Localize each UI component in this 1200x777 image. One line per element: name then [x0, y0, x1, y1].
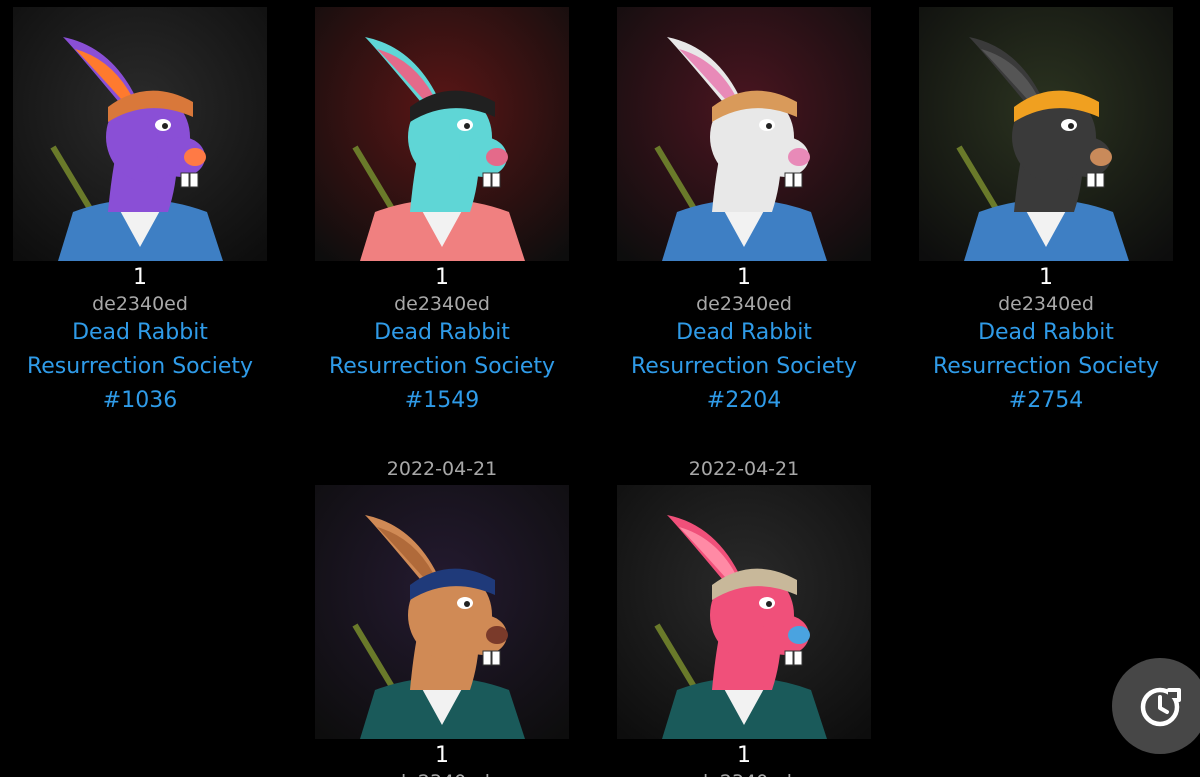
- nft-card[interactable]: 2022-04-21 1 de2340ed: [617, 457, 871, 777]
- quantity: 1: [133, 265, 147, 290]
- tooth: [180, 172, 190, 188]
- nft-image[interactable]: [315, 7, 569, 261]
- collection-name-line2: Resurrection Society: [26, 354, 254, 379]
- rabbit-artwork: [919, 7, 1173, 261]
- quantity: 1: [737, 743, 751, 768]
- nft-card[interactable]: 1 de2340ed Dead Rabbit Resurrection Soci…: [919, 7, 1173, 418]
- tooth: [793, 650, 803, 666]
- nft-image[interactable]: [315, 485, 569, 739]
- quantity: 1: [435, 743, 449, 768]
- nft-title-link[interactable]: Dead Rabbit Resurrection Society #1549: [315, 316, 569, 418]
- owner-hash: de2340ed: [394, 293, 490, 315]
- tooth: [189, 172, 199, 188]
- nft-title-link[interactable]: Dead Rabbit Resurrection Society #2204: [617, 316, 871, 418]
- nft-card[interactable]: 1 de2340ed Dead Rabbit Resurrection Soci…: [13, 7, 267, 418]
- pupil: [1068, 123, 1074, 129]
- nft-image[interactable]: [919, 7, 1173, 261]
- nft-card[interactable]: 2022-04-21 1 de2340ed: [315, 457, 569, 777]
- history-clock-icon: [1140, 687, 1181, 727]
- date-label: 2022-04-21: [688, 458, 800, 480]
- nft-card[interactable]: 1 de2340ed Dead Rabbit Resurrection Soci…: [315, 7, 569, 418]
- owner-hash: de2340ed: [315, 770, 569, 777]
- tooth: [482, 172, 492, 188]
- collection-name-line2: Resurrection Society: [630, 354, 858, 379]
- history-button[interactable]: [1112, 658, 1200, 754]
- collection-name-line1: Dead Rabbit: [374, 320, 510, 345]
- nose: [486, 148, 508, 166]
- nft-card[interactable]: 1 de2340ed Dead Rabbit Resurrection Soci…: [617, 7, 871, 418]
- collection-name-line1: Dead Rabbit: [72, 320, 208, 345]
- tooth: [1086, 172, 1096, 188]
- nose: [788, 148, 810, 166]
- nft-title-link[interactable]: Dead Rabbit Resurrection Society #1036: [13, 316, 267, 418]
- nose: [1090, 148, 1112, 166]
- tooth: [784, 172, 794, 188]
- token-id: #2204: [706, 388, 782, 413]
- quantity: 1: [737, 265, 751, 290]
- tooth: [482, 650, 492, 666]
- collection-name-line2: Resurrection Society: [932, 354, 1160, 379]
- rabbit-artwork: [13, 7, 267, 261]
- quantity: 1: [435, 265, 449, 290]
- date-label: 2022-04-21: [386, 458, 498, 480]
- tooth: [491, 650, 501, 666]
- pupil: [464, 601, 470, 607]
- collection-name-line1: Dead Rabbit: [978, 320, 1114, 345]
- pupil: [766, 123, 772, 129]
- collection-name-line1: Dead Rabbit: [676, 320, 812, 345]
- pupil: [766, 601, 772, 607]
- rabbit-artwork: [617, 7, 871, 261]
- token-id: #1549: [404, 388, 480, 413]
- token-id: #1036: [102, 388, 178, 413]
- collection-name-line2: Resurrection Society: [328, 354, 556, 379]
- owner-hash: de2340ed: [696, 293, 792, 315]
- pupil: [162, 123, 168, 129]
- nose: [486, 626, 508, 644]
- nft-title-link[interactable]: Dead Rabbit Resurrection Society #2754: [919, 316, 1173, 418]
- rabbit-artwork: [617, 485, 871, 739]
- owner-hash: de2340ed: [92, 293, 188, 315]
- rabbit-artwork: [315, 485, 569, 739]
- owner-hash: de2340ed: [617, 770, 871, 777]
- tooth: [793, 172, 803, 188]
- nft-image[interactable]: [617, 485, 871, 739]
- rabbit-artwork: [315, 7, 569, 261]
- tooth: [491, 172, 501, 188]
- nose: [184, 148, 206, 166]
- token-id: #2754: [1008, 388, 1084, 413]
- tooth: [1095, 172, 1105, 188]
- owner-hash: de2340ed: [998, 293, 1094, 315]
- nft-image[interactable]: [13, 7, 267, 261]
- pupil: [464, 123, 470, 129]
- nose: [788, 626, 810, 644]
- quantity: 1: [1039, 265, 1053, 290]
- tooth: [784, 650, 794, 666]
- nft-gallery: 1 de2340ed Dead Rabbit Resurrection Soci…: [0, 0, 1200, 777]
- nft-image[interactable]: [617, 7, 871, 261]
